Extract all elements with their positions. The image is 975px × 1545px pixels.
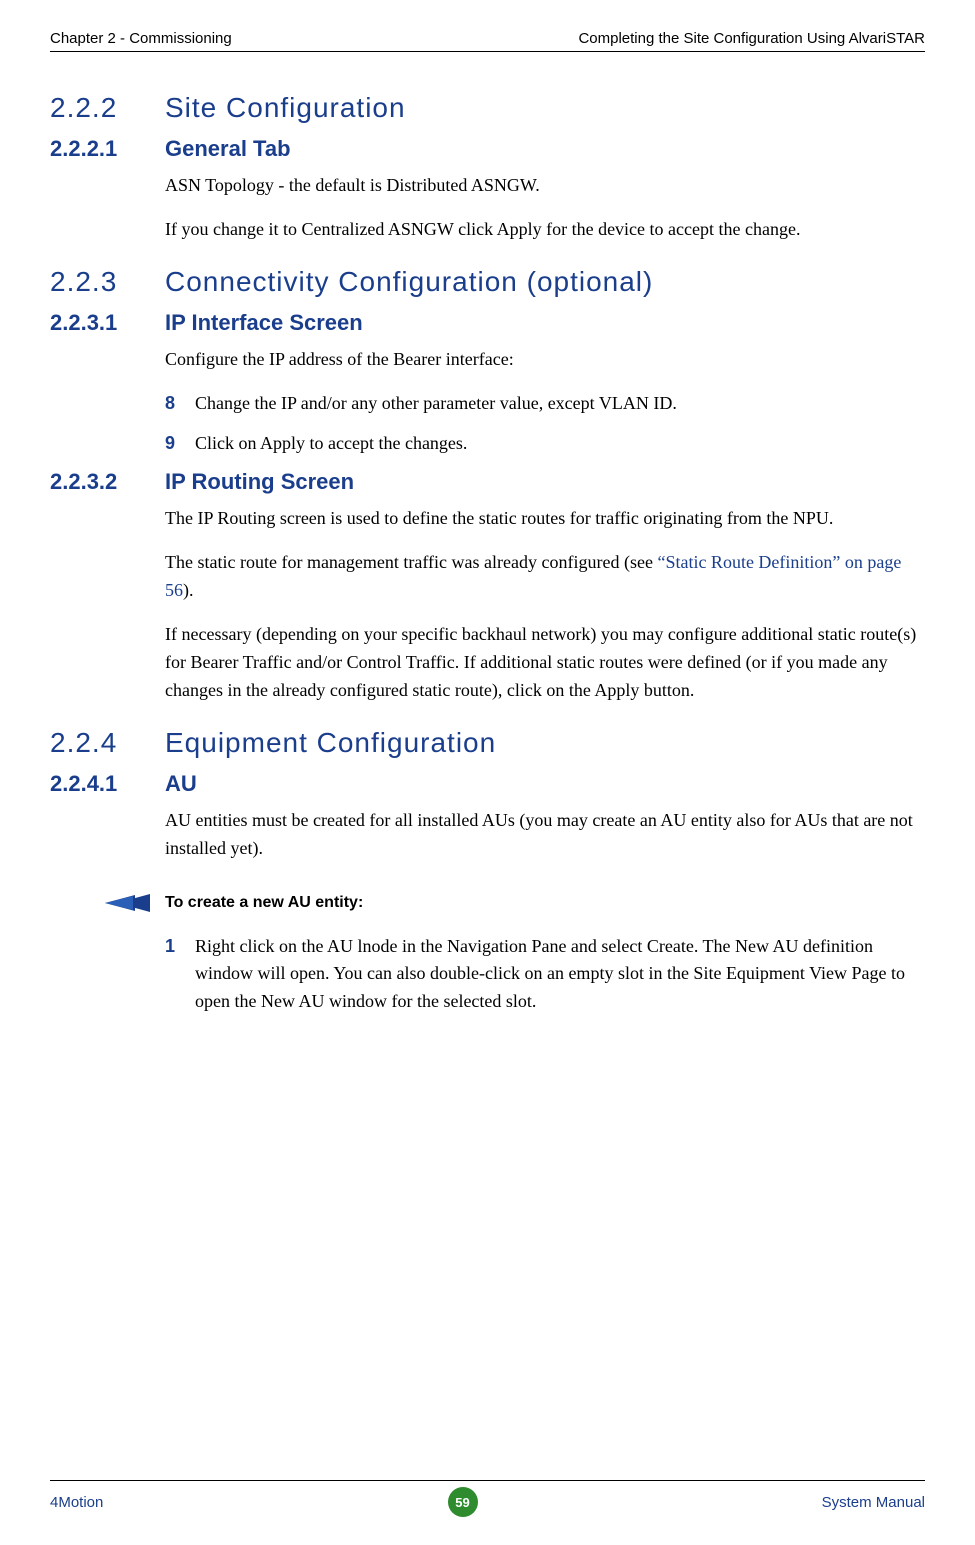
heading-number: 2.2.4 — [50, 727, 165, 759]
text-fragment: The static route for management traffic … — [165, 552, 657, 572]
page-number-badge: 59 — [448, 1487, 478, 1517]
header-left: Chapter 2 - Commissioning — [50, 30, 232, 47]
header-right: Completing the Site Configuration Using … — [578, 30, 925, 47]
procedure-note: To create a new AU entity: — [105, 893, 925, 913]
heading-title: Site Configuration — [165, 92, 406, 124]
paragraph: The IP Routing screen is used to define … — [165, 505, 925, 533]
heading-2-2-3-2: 2.2.3.2 IP Routing Screen — [50, 469, 925, 495]
paragraph: The static route for management traffic … — [165, 549, 925, 605]
heading-2-2-4: 2.2.4 Equipment Configuration — [50, 727, 925, 759]
step-1: 1 Right click on the AU lnode in the Nav… — [165, 933, 925, 1017]
note-text: To create a new AU entity: — [165, 894, 363, 912]
heading-number: 2.2.2 — [50, 92, 165, 124]
heading-title: Connectivity Configuration (optional) — [165, 266, 653, 298]
arrow-right-icon — [105, 893, 150, 913]
heading-number: 2.2.4.1 — [50, 771, 165, 797]
paragraph: ASN Topology - the default is Distribute… — [165, 172, 925, 200]
footer-left: 4Motion — [50, 1494, 103, 1511]
paragraph: AU entities must be created for all inst… — [165, 807, 925, 863]
step-number: 8 — [165, 390, 195, 418]
heading-title: AU — [165, 771, 197, 797]
step-8: 8 Change the IP and/or any other paramet… — [165, 390, 925, 418]
heading-title: General Tab — [165, 136, 291, 162]
step-9: 9 Click on Apply to accept the changes. — [165, 430, 925, 458]
heading-2-2-2: 2.2.2 Site Configuration — [50, 92, 925, 124]
paragraph: If you change it to Centralized ASNGW cl… — [165, 216, 925, 244]
heading-number: 2.2.3 — [50, 266, 165, 298]
heading-number: 2.2.2.1 — [50, 136, 165, 162]
heading-title: Equipment Configuration — [165, 727, 496, 759]
step-text: Click on Apply to accept the changes. — [195, 430, 925, 458]
step-text: Right click on the AU lnode in the Navig… — [195, 933, 925, 1017]
heading-number: 2.2.3.1 — [50, 310, 165, 336]
heading-number: 2.2.3.2 — [50, 469, 165, 495]
page-footer: 4Motion 59 System Manual — [50, 1480, 925, 1517]
heading-title: IP Interface Screen — [165, 310, 363, 336]
page-header: Chapter 2 - Commissioning Completing the… — [50, 30, 925, 52]
heading-2-2-3-1: 2.2.3.1 IP Interface Screen — [50, 310, 925, 336]
paragraph: If necessary (depending on your specific… — [165, 621, 925, 705]
heading-title: IP Routing Screen — [165, 469, 354, 495]
footer-right: System Manual — [822, 1494, 925, 1511]
paragraph: Configure the IP address of the Bearer i… — [165, 346, 925, 374]
step-number: 9 — [165, 430, 195, 458]
heading-2-2-2-1: 2.2.2.1 General Tab — [50, 136, 925, 162]
step-text: Change the IP and/or any other parameter… — [195, 390, 925, 418]
text-fragment: ). — [183, 580, 194, 600]
heading-2-2-3: 2.2.3 Connectivity Configuration (option… — [50, 266, 925, 298]
heading-2-2-4-1: 2.2.4.1 AU — [50, 771, 925, 797]
step-number: 1 — [165, 933, 195, 1017]
